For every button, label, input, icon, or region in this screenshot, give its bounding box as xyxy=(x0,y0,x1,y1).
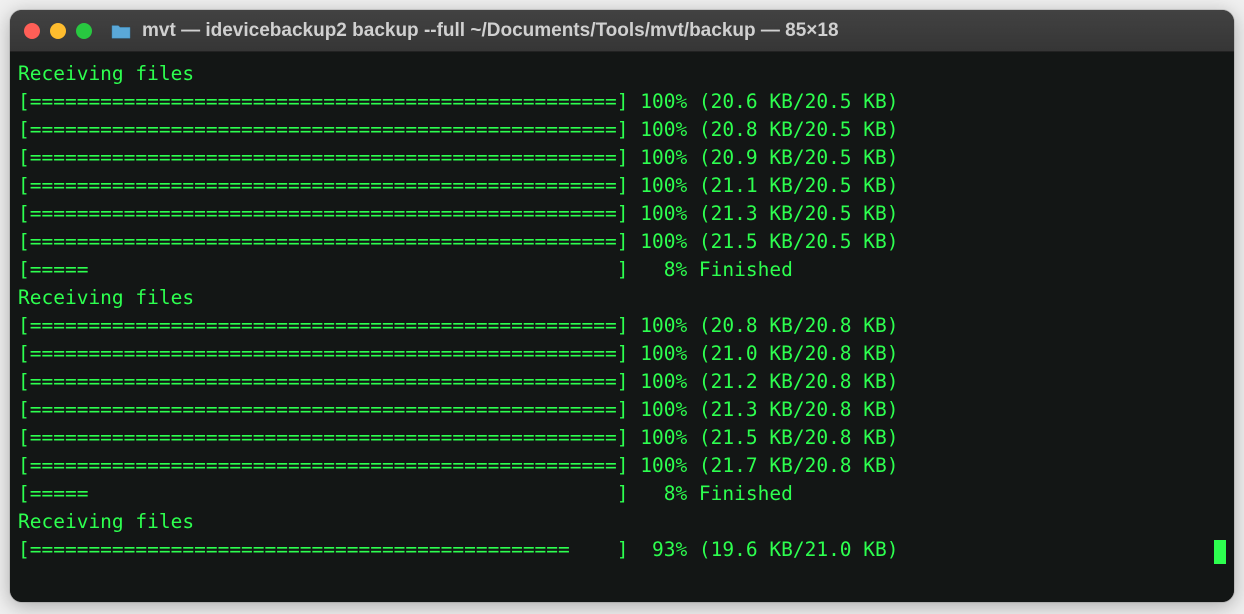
progress-row: [=======================================… xyxy=(18,368,1226,396)
progress-bar: [=======================================… xyxy=(18,398,628,421)
progress-percent: 100% xyxy=(628,398,687,421)
terminal-window: mvt — idevicebackup2 backup --full ~/Doc… xyxy=(10,10,1234,602)
progress-info: Finished xyxy=(687,482,793,505)
progress-row: [=======================================… xyxy=(18,88,1226,116)
progress-percent: 100% xyxy=(628,146,687,169)
progress-bar: [===== ] xyxy=(18,258,628,281)
folder-icon xyxy=(110,22,132,40)
progress-row: [=======================================… xyxy=(18,116,1226,144)
progress-bar: [=======================================… xyxy=(18,202,628,225)
progress-row: [===== ] 8% Finished xyxy=(18,256,1226,284)
progress-bar: [=======================================… xyxy=(18,230,628,253)
progress-info: (21.3 KB/20.8 KB) xyxy=(687,398,898,421)
progress-row: [=======================================… xyxy=(18,144,1226,172)
titlebar[interactable]: mvt — idevicebackup2 backup --full ~/Doc… xyxy=(10,10,1234,52)
progress-bar: [=======================================… xyxy=(18,342,628,365)
progress-percent: 100% xyxy=(628,370,687,393)
progress-percent: 100% xyxy=(628,174,687,197)
progress-row: [=======================================… xyxy=(18,424,1226,452)
receiving-files-header: Receiving files xyxy=(18,60,1226,88)
progress-percent: 100% xyxy=(628,202,687,225)
close-icon[interactable] xyxy=(24,23,40,39)
progress-info: Finished xyxy=(687,258,793,281)
progress-info: (21.0 KB/20.8 KB) xyxy=(687,342,898,365)
progress-info: (21.1 KB/20.5 KB) xyxy=(687,174,898,197)
window-title: mvt — idevicebackup2 backup --full ~/Doc… xyxy=(142,20,839,42)
progress-row: [=======================================… xyxy=(18,312,1226,340)
progress-info: (20.6 KB/20.5 KB) xyxy=(687,90,898,113)
progress-info: (20.8 KB/20.5 KB) xyxy=(687,118,898,141)
progress-row: [=======================================… xyxy=(18,340,1226,368)
progress-bar: [=======================================… xyxy=(18,314,628,337)
progress-bar: [=======================================… xyxy=(18,536,628,564)
progress-info: (21.7 KB/20.8 KB) xyxy=(687,454,898,477)
progress-info: (21.5 KB/20.8 KB) xyxy=(687,426,898,449)
progress-row: [=======================================… xyxy=(18,200,1226,228)
progress-percent: 93% xyxy=(628,536,687,564)
progress-bar: [=======================================… xyxy=(18,90,628,113)
progress-info: (21.3 KB/20.5 KB) xyxy=(687,202,898,225)
progress-percent: 100% xyxy=(628,454,687,477)
traffic-lights xyxy=(24,23,92,39)
progress-bar: [=======================================… xyxy=(18,426,628,449)
cursor-icon xyxy=(1214,540,1226,564)
progress-info: (20.9 KB/20.5 KB) xyxy=(687,146,898,169)
progress-bar: [=======================================… xyxy=(18,174,628,197)
receiving-files-header: Receiving files xyxy=(18,508,1226,536)
progress-info: (21.5 KB/20.5 KB) xyxy=(687,230,898,253)
progress-info: (20.8 KB/20.8 KB) xyxy=(687,314,898,337)
progress-info: (19.6 KB/21.0 KB) xyxy=(687,536,898,564)
terminal-body[interactable]: Receiving files[========================… xyxy=(10,52,1234,602)
minimize-icon[interactable] xyxy=(50,23,66,39)
progress-percent: 100% xyxy=(628,426,687,449)
progress-percent: 100% xyxy=(628,342,687,365)
progress-bar: [=======================================… xyxy=(18,118,628,141)
progress-percent: 100% xyxy=(628,90,687,113)
progress-bar: [===== ] xyxy=(18,482,628,505)
progress-row: [=======================================… xyxy=(18,452,1226,480)
progress-percent: 8% xyxy=(628,258,687,281)
progress-percent: 100% xyxy=(628,230,687,253)
progress-row: [=======================================… xyxy=(18,396,1226,424)
maximize-icon[interactable] xyxy=(76,23,92,39)
progress-row: [===== ] 8% Finished xyxy=(18,480,1226,508)
progress-info: (21.2 KB/20.8 KB) xyxy=(687,370,898,393)
progress-percent: 100% xyxy=(628,314,687,337)
progress-bar: [=======================================… xyxy=(18,370,628,393)
progress-bar: [=======================================… xyxy=(18,454,628,477)
progress-bar: [=======================================… xyxy=(18,146,628,169)
progress-percent: 8% xyxy=(628,482,687,505)
progress-percent: 100% xyxy=(628,118,687,141)
progress-row: [=======================================… xyxy=(18,172,1226,200)
receiving-files-header: Receiving files xyxy=(18,284,1226,312)
progress-row: [=======================================… xyxy=(18,228,1226,256)
progress-row: [=======================================… xyxy=(18,536,1226,564)
